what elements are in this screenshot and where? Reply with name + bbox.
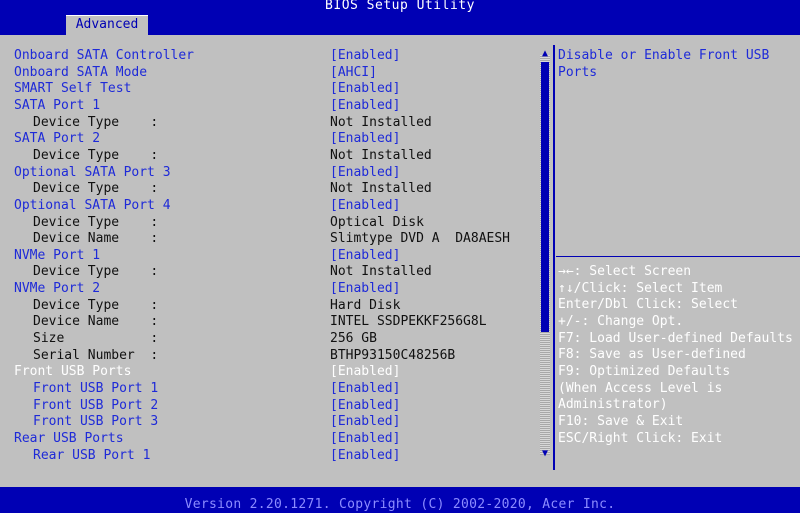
help-separator — [556, 256, 800, 257]
setting-label: Onboard SATA Controller — [14, 48, 195, 63]
setting-value[interactable]: [Enabled] — [330, 381, 400, 397]
setting-label: Device Type : — [33, 297, 159, 313]
setting-value[interactable]: [Enabled] — [330, 98, 400, 114]
setting-value: Not Installed — [330, 114, 432, 130]
setting-value[interactable]: [Enabled] — [330, 281, 400, 297]
setting-label: SATA Port 2 — [14, 131, 101, 147]
setting-value: Not Installed — [330, 264, 432, 280]
setting-value[interactable]: [Enabled] — [330, 248, 400, 264]
setting-value[interactable]: [Enabled] — [330, 165, 400, 181]
setting-label: Serial Number : — [33, 347, 159, 363]
setting-value[interactable]: [Enabled] — [330, 398, 400, 414]
setting-label: Rear USB Port 1 — [33, 447, 151, 463]
help-key-line: F8: Save as User-defined — [558, 347, 746, 363]
help-key-line: Administrator) — [558, 397, 668, 413]
setting-label: Optional SATA Port 3 — [14, 164, 171, 180]
help-key-line: (When Access Level is — [558, 380, 723, 396]
setting-label: Device Name : — [33, 231, 159, 247]
setting-value: INTEL SSDPEKKF256G8L — [330, 314, 487, 330]
tab-advanced[interactable]: Advanced — [66, 15, 148, 36]
setting-label: Front USB Port 3 — [33, 414, 159, 430]
setting-value[interactable]: [AHCI] — [330, 65, 377, 81]
setting-value[interactable]: [Enabled] — [330, 364, 400, 380]
help-key-line: ↑↓/Click: Select Item — [558, 280, 723, 296]
setting-label: SMART Self Test — [14, 81, 132, 97]
setting-label: Front USB Port 1 — [33, 381, 159, 396]
setting-label: Device Name : — [33, 314, 159, 330]
setting-value[interactable]: [Enabled] — [330, 448, 400, 464]
setting-value[interactable]: [Enabled] — [330, 81, 400, 97]
scroll-up-arrow-icon[interactable]: ▲ — [540, 49, 550, 59]
setting-label: Front USB Ports — [14, 364, 132, 380]
setting-value: 256 GB — [330, 331, 377, 347]
setting-value[interactable]: [Enabled] — [330, 198, 400, 214]
setting-value[interactable]: [Enabled] — [330, 48, 400, 64]
setting-label: Optional SATA Port 4 — [14, 197, 171, 213]
help-key-line: F10: Save & Exit — [558, 413, 684, 429]
help-key-line: F9: Optimized Defaults — [558, 363, 731, 379]
setting-label: Device Type : — [33, 181, 159, 197]
setting-label: Rear USB Ports — [14, 430, 124, 446]
setting-value: Optical Disk — [330, 214, 424, 230]
app-title: BIOS Setup Utility — [325, 0, 475, 13]
setting-value[interactable]: [Enabled] — [330, 414, 400, 430]
setting-value: BTHP93150C48256B — [330, 347, 456, 363]
setting-value: Not Installed — [330, 181, 432, 197]
setting-label: Device Type : — [33, 114, 159, 130]
setting-value[interactable]: [Enabled] — [330, 431, 400, 447]
help-key-line: Enter/Dbl Click: Select — [558, 297, 739, 313]
setting-label: Size : — [33, 331, 159, 347]
help-key-line: +/-: Change Opt. — [558, 313, 684, 329]
setting-label: Onboard SATA Mode — [14, 64, 148, 80]
setting-value[interactable]: [Enabled] — [330, 131, 400, 147]
setting-label: SATA Port 1 — [14, 97, 101, 113]
setting-label: Front USB Port 2 — [33, 397, 159, 413]
help-description: Disable or Enable Front USB Ports — [558, 48, 770, 80]
scroll-down-arrow-icon[interactable]: ▼ — [540, 449, 550, 459]
setting-label: NVMe Port 2 — [14, 281, 101, 297]
setting-label: NVMe Port 1 — [14, 247, 101, 263]
help-key-line: →←: Select Screen — [558, 264, 692, 279]
help-key-line: ESC/Right Click: Exit — [558, 430, 723, 446]
setting-label: Device Type : — [33, 264, 159, 280]
scrollbar-thumb[interactable] — [541, 62, 549, 332]
setting-value: Not Installed — [330, 147, 432, 163]
setting-value: Hard Disk — [330, 297, 401, 313]
setting-value: Slimtype DVD A DA8AESH — [330, 231, 511, 247]
setting-label: Device Type : — [33, 147, 159, 163]
help-key-line: F7: Load User-defined Defaults — [558, 330, 793, 346]
panel-divider — [553, 45, 555, 470]
setting-label: Device Type : — [33, 214, 159, 230]
